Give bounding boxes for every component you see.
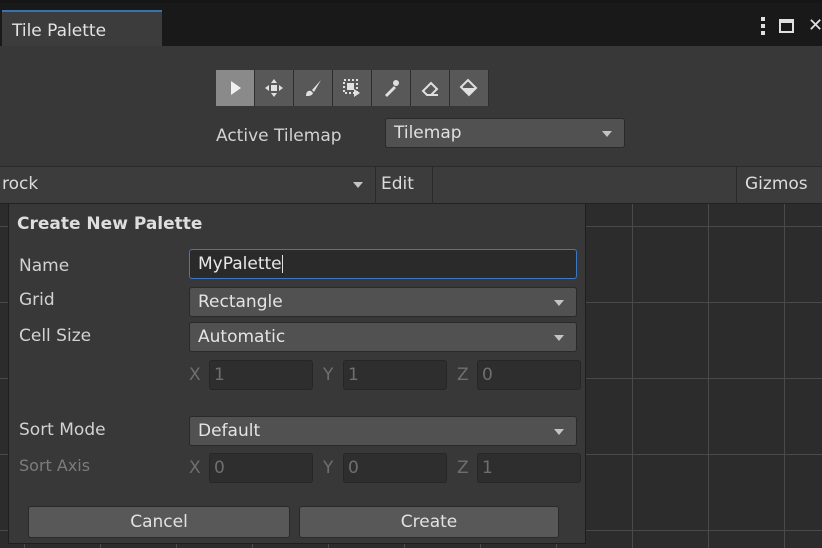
chevron-down-icon [554, 429, 564, 435]
palette-name-value: MyPalette [198, 254, 282, 274]
axis-z-label: Z [457, 458, 469, 478]
active-tilemap-label: Active Tilemap [216, 126, 342, 146]
chevron-down-icon [353, 182, 363, 188]
axis-x-label: X [189, 458, 201, 478]
tab-tile-palette[interactable]: Tile Palette [2, 10, 162, 50]
axis-x-label: X [189, 365, 201, 385]
sort-mode-label: Sort Mode [19, 420, 106, 440]
cell-size-value: Automatic [198, 327, 286, 347]
sort-mode-dropdown[interactable]: Default [189, 416, 577, 446]
picker-tool-button[interactable] [372, 70, 411, 106]
cell-size-y-field[interactable]: Y 1 [323, 360, 447, 390]
window-controls: ✕ [761, 13, 822, 39]
sort-axis-y-value[interactable]: 0 [343, 453, 447, 483]
tool-toolbar: Active Tilemap Tilemap [0, 46, 822, 166]
cell-size-label: Cell Size [19, 326, 92, 346]
grid-value: Rectangle [198, 292, 283, 312]
sort-axis-y-field[interactable]: Y 0 [323, 453, 447, 483]
cell-size-z-field[interactable]: Z 0 [457, 360, 581, 390]
tool-button-group [216, 70, 489, 106]
arrow-pointer-icon [231, 81, 241, 95]
popup-title: Create New Palette [17, 214, 203, 234]
active-tilemap-value: Tilemap [394, 123, 462, 143]
eraser-icon [421, 81, 439, 96]
axis-y-label: Y [323, 365, 334, 385]
text-cursor [281, 255, 283, 273]
box-fill-icon [343, 79, 360, 97]
box-fill-tool-button[interactable] [333, 70, 372, 106]
fill-tool-button[interactable] [450, 70, 489, 106]
palette-value: rock [2, 174, 39, 194]
create-button[interactable]: Create [299, 506, 559, 538]
palette-bar: rock Edit Gizmos [0, 166, 822, 204]
grid-label: Grid [19, 290, 55, 310]
sort-axis-z-value[interactable]: 1 [477, 453, 581, 483]
eyedropper-icon [385, 80, 399, 97]
grid-dropdown[interactable]: Rectangle [189, 287, 577, 317]
chevron-down-icon [602, 131, 612, 137]
sort-axis-z-field[interactable]: Z 1 [457, 453, 581, 483]
axis-z-label: Z [457, 365, 469, 385]
create-new-palette-popup: Create New Palette Name MyPalette Grid R… [8, 204, 586, 544]
paint-bucket-icon [459, 78, 478, 97]
move-arrows-icon [265, 79, 283, 97]
active-tilemap-dropdown[interactable]: Tilemap [385, 118, 625, 148]
close-icon[interactable]: ✕ [808, 17, 822, 35]
cell-size-x-value[interactable]: 1 [209, 360, 313, 390]
chevron-down-icon [554, 335, 564, 341]
move-tool-button[interactable] [255, 70, 294, 106]
cell-size-dropdown[interactable]: Automatic [189, 322, 577, 352]
name-label: Name [19, 256, 70, 276]
palette-name-input[interactable]: MyPalette [189, 249, 577, 279]
sort-mode-value: Default [198, 421, 261, 441]
cell-size-y-value[interactable]: 1 [343, 360, 447, 390]
sort-axis-label: Sort Axis [19, 456, 91, 475]
paint-tool-button[interactable] [294, 70, 333, 106]
erase-tool-button[interactable] [411, 70, 450, 106]
cancel-button[interactable]: Cancel [28, 506, 290, 538]
select-tool-button[interactable] [216, 70, 255, 106]
cell-size-z-value[interactable]: 0 [477, 360, 581, 390]
gizmos-button[interactable]: Gizmos [736, 167, 822, 204]
edit-button[interactable]: Edit [377, 167, 433, 204]
more-options-icon[interactable] [761, 17, 765, 35]
window-title-bar: Tile Palette ✕ [0, 0, 822, 50]
maximize-icon[interactable] [779, 19, 794, 33]
axis-y-label: Y [323, 458, 334, 478]
chevron-down-icon [554, 300, 564, 306]
palette-dropdown[interactable]: rock [0, 167, 376, 204]
sort-axis-x-field[interactable]: X 0 [189, 453, 313, 483]
brush-icon [306, 80, 321, 96]
cell-size-x-field[interactable]: X 1 [189, 360, 313, 390]
sort-axis-x-value[interactable]: 0 [209, 453, 313, 483]
